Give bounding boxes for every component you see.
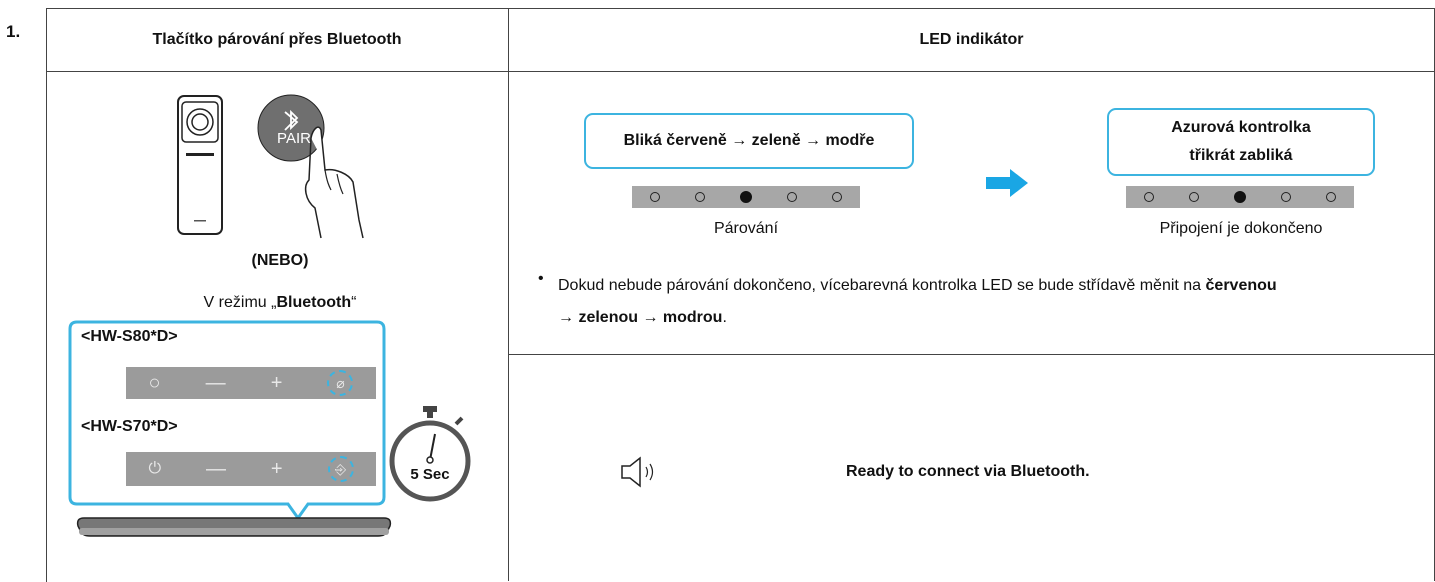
led-on <box>1233 191 1246 203</box>
led-off <box>832 192 843 202</box>
power-icon: ⏻ <box>148 460 162 477</box>
or-label: (NEBO) <box>251 252 309 269</box>
pairing-caption: Párování <box>713 220 779 237</box>
speaker-icon <box>621 456 654 488</box>
led-off <box>787 192 798 202</box>
power-icon: ○ <box>148 371 161 394</box>
pairing-led-bubble: Bliká červeně → zeleně → modře <box>584 113 914 169</box>
bullet-dot: • <box>538 270 544 287</box>
mode-name: Bluetooth <box>276 294 352 311</box>
pairing-led-bar <box>632 186 860 208</box>
note-text: Dokud nebude párování dokončeno, vícebar… <box>558 277 1206 294</box>
connected-led-bar <box>1126 186 1354 208</box>
volume-up-icon: + <box>270 371 283 394</box>
pairing-led-text: Bliká červeně → zeleně → modře <box>623 132 875 149</box>
pair-button-label: PAIR <box>277 130 311 147</box>
led-off <box>1281 192 1292 202</box>
column-divider <box>508 8 509 581</box>
arrow-right-icon <box>986 169 1028 197</box>
s70-button-panel: ⏻ — + ⎆ <box>126 452 376 486</box>
bluetooth-button-icon: ⌀ <box>327 370 354 396</box>
remote-control-illustration <box>177 95 223 235</box>
mode-prefix: V režimu „ <box>203 294 277 311</box>
soundbar-illustration <box>76 517 392 537</box>
led-off <box>649 192 660 202</box>
model-label-s80: <HW-S80*D> <box>81 328 178 345</box>
note-arrow: → <box>558 309 579 326</box>
row-divider <box>508 354 1435 355</box>
pair-button-press-illustration <box>257 94 364 239</box>
volume-up-icon: + <box>270 457 283 480</box>
volume-down-icon: — <box>205 371 226 394</box>
s80-button-panel: ○ — + ⌀ <box>126 367 376 399</box>
led-note: Dokud nebude párování dokončeno, vícebar… <box>558 270 1428 334</box>
led-on <box>739 191 752 203</box>
note-green: zelenou <box>578 309 639 326</box>
bluetooth-mode-text: V režimu „Bluetooth“ <box>160 294 400 312</box>
connected-led-bubble: Azurová kontrolka třikrát zabliká <box>1107 108 1375 176</box>
note-arrow: → <box>638 309 663 326</box>
timer-label: 5 Sec <box>410 466 450 483</box>
led-off <box>1188 192 1199 202</box>
header-pairing-button: Tlačítko párování přes Bluetooth <box>152 30 402 48</box>
note-red: červenou <box>1205 277 1277 294</box>
note-end: . <box>722 309 727 326</box>
volume-down-icon: — <box>206 457 227 480</box>
led-off <box>694 192 705 202</box>
source-button-icon: ⎆ <box>327 456 354 482</box>
model-label-s70: <HW-S70*D> <box>81 418 178 435</box>
led-off <box>1326 192 1337 202</box>
voice-message: Ready to connect via Bluetooth. <box>846 463 1090 480</box>
connected-caption: Připojení je dokončeno <box>1159 220 1323 237</box>
mode-suffix: “ <box>351 294 357 311</box>
note-blue: modrou <box>662 309 723 326</box>
stopwatch-icon <box>389 406 471 502</box>
connected-led-line2: třikrát zabliká <box>1189 147 1293 164</box>
header-led-indicator: LED indikátor <box>919 30 1024 48</box>
led-off <box>1143 192 1154 202</box>
header-divider <box>46 71 1435 72</box>
connected-led-line1: Azurová kontrolka <box>1171 119 1311 136</box>
step-number: 1. <box>6 22 21 41</box>
